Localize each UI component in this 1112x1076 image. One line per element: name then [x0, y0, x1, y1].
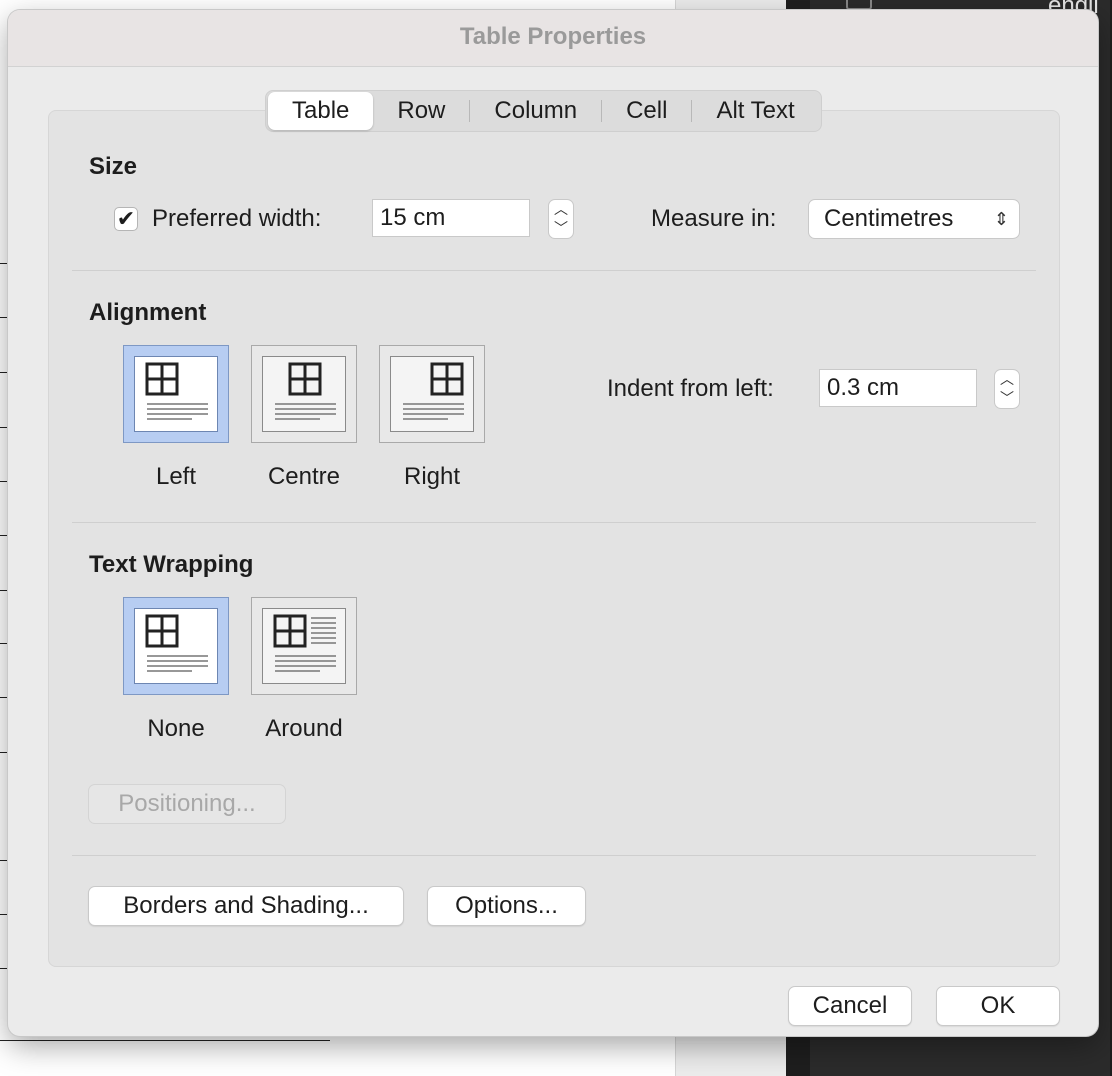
options-button[interactable]: Options...: [427, 886, 586, 926]
title-bar: Table Properties: [8, 10, 1098, 67]
ok-button[interactable]: OK: [936, 986, 1060, 1026]
preferred-width-stepper[interactable]: ︿ ﹀: [548, 199, 574, 239]
size-heading: Size: [89, 153, 138, 180]
chevron-up-icon[interactable]: ︿: [549, 200, 573, 219]
chevron-down-icon[interactable]: ﹀: [995, 389, 1019, 408]
text-wrapping-heading: Text Wrapping: [89, 551, 254, 578]
tab-table[interactable]: Table: [268, 92, 374, 130]
wrap-none-label: None: [147, 715, 205, 742]
alignment-heading: Alignment: [89, 299, 207, 326]
wrap-around-icon: [273, 614, 336, 672]
align-left-label: Left: [155, 463, 197, 490]
tab-row[interactable]: Row: [373, 92, 469, 130]
wrap-none-icon: [145, 614, 208, 672]
indent-stepper[interactable]: ︿ ﹀: [994, 369, 1020, 409]
doc-line: [0, 1040, 330, 1041]
dialog-title: Table Properties: [459, 23, 647, 50]
cancel-button[interactable]: Cancel: [788, 986, 912, 1026]
align-right-label: Right: [403, 463, 461, 490]
chevron-up-icon[interactable]: ︿: [995, 370, 1019, 389]
align-centre-button[interactable]: [251, 345, 357, 443]
positioning-button[interactable]: Positioning...: [88, 784, 286, 824]
measure-in-value: Centimetres: [824, 205, 954, 232]
indent-from-left-label: Indent from left:: [607, 375, 774, 402]
tab-cell[interactable]: Cell: [602, 92, 691, 130]
tab-bar: Table Row Column Cell Alt Text: [265, 90, 822, 132]
align-centre-label: Centre: [267, 463, 341, 490]
indent-from-left-field[interactable]: 0.3 cm: [819, 369, 977, 407]
table-align-right-icon: [403, 362, 464, 420]
tab-column[interactable]: Column: [470, 92, 601, 130]
checkmark-icon: ✔: [116, 206, 136, 231]
align-right-button[interactable]: [379, 345, 485, 443]
preferred-width-label: Preferred width:: [152, 205, 322, 232]
wrap-none-button[interactable]: [123, 597, 229, 695]
table-align-centre-icon: [275, 362, 336, 420]
wrap-around-label: Around: [265, 715, 343, 742]
measure-in-select[interactable]: Centimetres ⇕: [808, 199, 1020, 239]
preferred-width-field[interactable]: 15 cm: [372, 199, 530, 237]
square-icon: [846, 0, 872, 10]
wrap-around-button[interactable]: [251, 597, 357, 695]
section-divider: [72, 855, 1036, 856]
measure-in-label: Measure in:: [651, 205, 777, 232]
table-align-left-icon: [145, 362, 208, 420]
section-divider: [72, 270, 1036, 271]
section-divider: [72, 522, 1036, 523]
updown-chevron-icon: ⇕: [993, 209, 1009, 229]
tab-alt-text[interactable]: Alt Text: [692, 92, 818, 130]
align-left-button[interactable]: [123, 345, 229, 443]
borders-and-shading-button[interactable]: Borders and Shading...: [88, 886, 404, 926]
chevron-down-icon[interactable]: ﹀: [549, 219, 573, 238]
table-properties-dialog: Table Properties Table Row Column Cell A…: [8, 10, 1098, 1036]
preferred-width-checkbox[interactable]: ✔: [114, 207, 138, 231]
